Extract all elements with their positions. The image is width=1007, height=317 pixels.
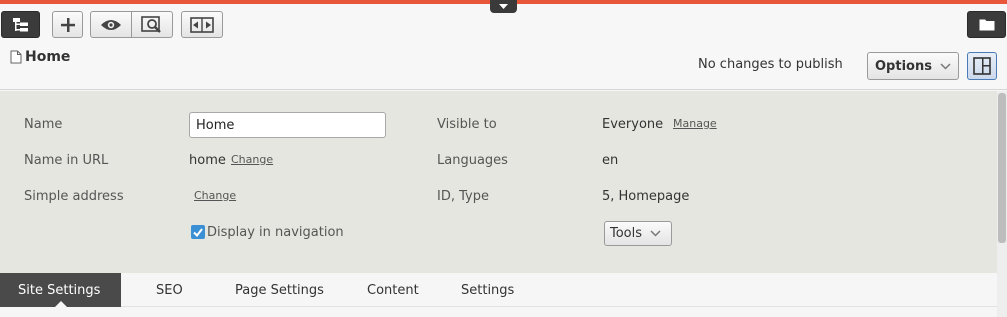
add-button[interactable] [52, 11, 83, 38]
tab-label: Page Settings [235, 282, 324, 298]
layout-toggle-button[interactable] [967, 52, 997, 80]
chevron-down-icon [940, 62, 951, 70]
tools-button[interactable]: Tools [604, 221, 672, 246]
display-in-navigation-label: Display in navigation [207, 225, 344, 240]
publish-status: No changes to publish [698, 57, 843, 72]
page-icon [10, 50, 22, 64]
tab-label: SEO [156, 282, 183, 298]
assets-button[interactable] [967, 11, 1006, 38]
id-type-label: ID, Type [437, 189, 489, 204]
scrollbar-thumb[interactable] [998, 93, 1006, 243]
settings-tabs: Site Settings SEO Page Settings Content … [0, 273, 997, 307]
toolbar-dropdown-handle[interactable] [490, 0, 517, 13]
visible-to-manage-link[interactable]: Manage [673, 117, 717, 130]
tab-seo[interactable]: SEO [156, 273, 183, 307]
layout-panel-icon [973, 57, 991, 75]
compare-button[interactable] [181, 11, 223, 38]
page-title: Home [10, 49, 70, 65]
name-in-url-label: Name in URL [24, 153, 109, 168]
preview-icon [141, 15, 161, 33]
tools-label: Tools [610, 226, 643, 241]
display-in-navigation-checkbox[interactable] [191, 225, 205, 239]
checkmark-icon [193, 227, 203, 237]
tab-label: Settings [461, 282, 515, 298]
name-input[interactable] [189, 112, 386, 138]
page-title-text: Home [25, 49, 71, 65]
toolbar-header: Home No changes to publish Options [0, 4, 1007, 90]
compare-icon [190, 16, 214, 33]
tab-page-settings[interactable]: Page Settings [235, 273, 324, 307]
simple-address-label: Simple address [24, 189, 124, 204]
name-label: Name [24, 117, 63, 132]
tab-site-settings[interactable]: Site Settings [0, 273, 121, 307]
view-icon [101, 19, 121, 30]
chevron-down-icon [499, 4, 508, 9]
options-button[interactable]: Options [867, 52, 959, 80]
view-button-group [90, 11, 173, 38]
name-in-url-value: home [189, 153, 226, 168]
options-label: Options [875, 58, 932, 74]
languages-label: Languages [437, 153, 508, 168]
visible-to-label: Visible to [437, 117, 497, 132]
add-icon [60, 17, 75, 32]
chevron-down-icon [650, 230, 661, 237]
preview-button[interactable] [131, 12, 172, 37]
tab-label: Site Settings [18, 282, 101, 298]
page-tree-icon [12, 17, 28, 31]
id-type-value: 5, Homepage [602, 189, 690, 204]
page-tree-button[interactable] [1, 11, 40, 38]
tab-label: Content [367, 282, 419, 298]
vertical-scrollbar[interactable] [997, 91, 1007, 317]
view-button[interactable] [91, 12, 131, 37]
simple-address-change-link[interactable]: Change [194, 189, 236, 202]
name-in-url-change-link[interactable]: Change [231, 153, 273, 166]
folder-icon [979, 19, 994, 31]
active-tab-caret [55, 301, 67, 307]
tab-settings[interactable]: Settings [461, 273, 514, 307]
tab-content[interactable]: Content [367, 273, 419, 307]
languages-value: en [602, 153, 619, 168]
visible-to-value: Everyone [602, 117, 664, 132]
page-properties-panel: Name Name in URL home Change Simple addr… [0, 91, 997, 273]
